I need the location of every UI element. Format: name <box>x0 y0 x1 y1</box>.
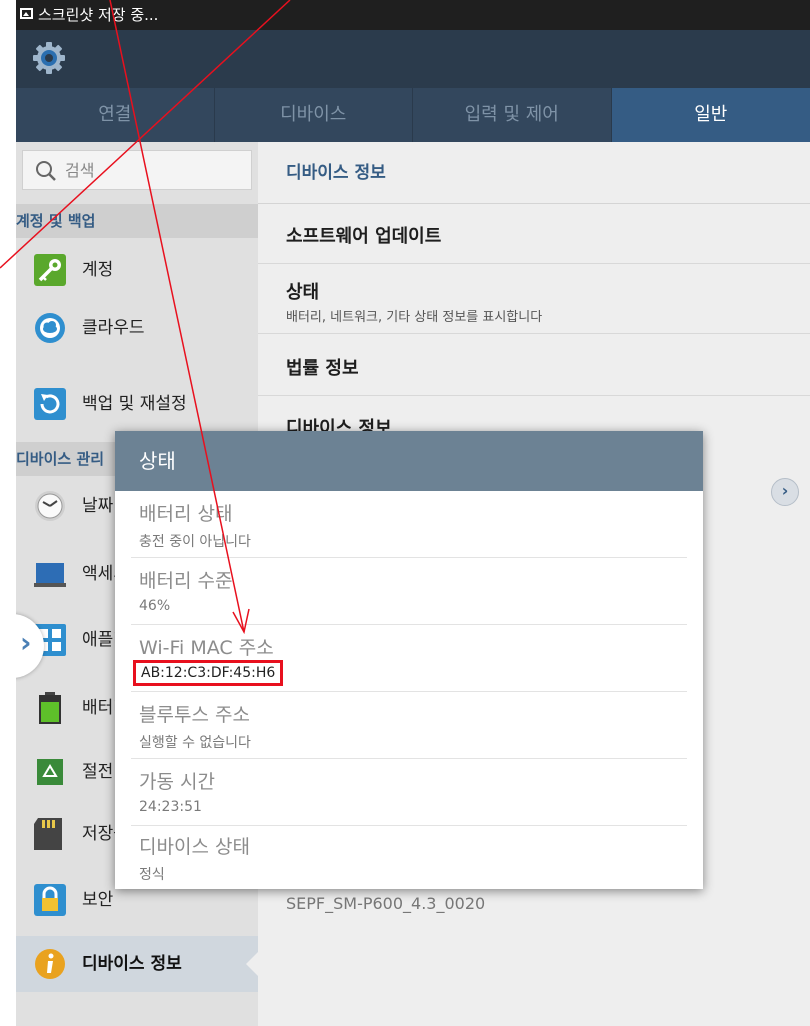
row-label: Wi-Fi MAC 주소 <box>139 637 274 659</box>
item-title: 상태 <box>286 282 320 303</box>
backup-reset-icon <box>34 388 66 420</box>
software-update-item[interactable]: 소프트웨어 업데이트 <box>258 204 810 264</box>
row-label: 가동 시간 <box>139 771 215 793</box>
sidebar-item-label: 백업 및 재설정 <box>82 394 187 414</box>
sidebar-item-label: 디바이스 정보 <box>82 954 182 974</box>
selection-indicator <box>246 952 258 976</box>
item-title: 법률 정보 <box>286 358 359 379</box>
search-icon <box>36 161 56 181</box>
sidebar-item-cloud[interactable]: 클라우드 <box>16 300 258 356</box>
dialog-row-wifi-mac: Wi-Fi MAC 주소 AB:12:C3:DF:45:H6 <box>131 625 687 692</box>
wifi-mac-highlight: AB:12:C3:DF:45:H6 <box>133 660 284 686</box>
power-saving-icon <box>37 759 63 785</box>
action-bar <box>16 30 810 88</box>
dialog-row-battery-level: 배터리 수준 46% <box>131 558 687 625</box>
dialog-title: 상태 <box>115 431 703 491</box>
row-value: 24:23:51 <box>139 799 202 815</box>
chevron-right-icon[interactable]: › <box>771 478 799 506</box>
item-subtitle: 배터리, 네트워크, 기타 상태 정보를 표시합니다 <box>286 310 543 325</box>
dialog-row-uptime: 가동 시간 24:23:51 <box>131 759 687 826</box>
item-title: 소프트웨어 업데이트 <box>286 226 442 247</box>
row-label: 배터리 상태 <box>139 503 233 525</box>
dialog-row-device-status: 디바이스 상태 정식 <box>131 824 687 891</box>
settings-gear-icon[interactable] <box>31 40 67 76</box>
row-value: 46% <box>139 598 171 614</box>
sidebar-item-backup-reset[interactable]: 백업 및 재설정 <box>16 376 258 432</box>
status-item[interactable]: 상태 배터리, 네트워크, 기타 상태 정보를 표시합니다 <box>258 264 810 334</box>
section-header-account: 계정 및 백업 <box>16 204 258 238</box>
clock-icon <box>35 491 65 521</box>
dialog-row-bluetooth: 블루투스 주소 실행할 수 없습니다 <box>131 692 687 759</box>
chevron-right-icon: › <box>20 626 32 659</box>
sidebar-item-account[interactable]: 계정 <box>16 242 258 298</box>
tab-device[interactable]: 디바이스 <box>215 88 413 142</box>
tab-connections[interactable]: 연결 <box>16 88 215 142</box>
category-tabs: 연결 디바이스 입력 및 제어 일반 <box>16 88 810 142</box>
row-label: 배터리 수준 <box>139 570 233 592</box>
cloud-icon <box>35 313 65 343</box>
screenshot-icon <box>20 8 33 19</box>
tab-controls[interactable]: 입력 및 제어 <box>413 88 612 142</box>
row-label: 디바이스 상태 <box>139 836 250 858</box>
sidebar-item-device-info[interactable]: 디바이스 정보 <box>16 936 258 992</box>
search-field[interactable]: 검색 <box>22 150 252 190</box>
key-icon <box>34 254 66 286</box>
build-number: SEPF_SM-P600_4.3_0020 <box>286 894 486 913</box>
search-placeholder: 검색 <box>65 161 95 180</box>
row-value: 충전 중이 아닙니다 <box>139 534 251 550</box>
row-value: 실행할 수 없습니다 <box>139 735 251 751</box>
sidebar-item-label: 보안 <box>82 890 114 910</box>
legal-info-item[interactable]: 법률 정보 <box>258 334 810 396</box>
tab-general[interactable]: 일반 <box>611 88 810 142</box>
status-bar: 스크린샷 저장 중... <box>16 0 810 30</box>
row-label: 블루투스 주소 <box>139 704 250 726</box>
status-text: 스크린샷 저장 중... <box>38 6 159 24</box>
sd-card-icon <box>34 818 62 850</box>
sidebar-item-label: 클라우드 <box>82 318 145 338</box>
row-value: 정식 <box>139 867 165 883</box>
page-title: 디바이스 정보 <box>258 142 810 204</box>
status-dialog: 상태 배터리 상태 충전 중이 아닙니다 배터리 수준 46% Wi-Fi MA… <box>115 431 703 889</box>
sidebar-item-label: 계정 <box>82 260 114 280</box>
dialog-row-battery-status: 배터리 상태 충전 중이 아닙니다 <box>131 491 687 558</box>
accessory-icon <box>34 563 66 587</box>
battery-icon <box>39 692 61 724</box>
lock-icon <box>34 884 66 916</box>
info-icon <box>35 949 65 979</box>
